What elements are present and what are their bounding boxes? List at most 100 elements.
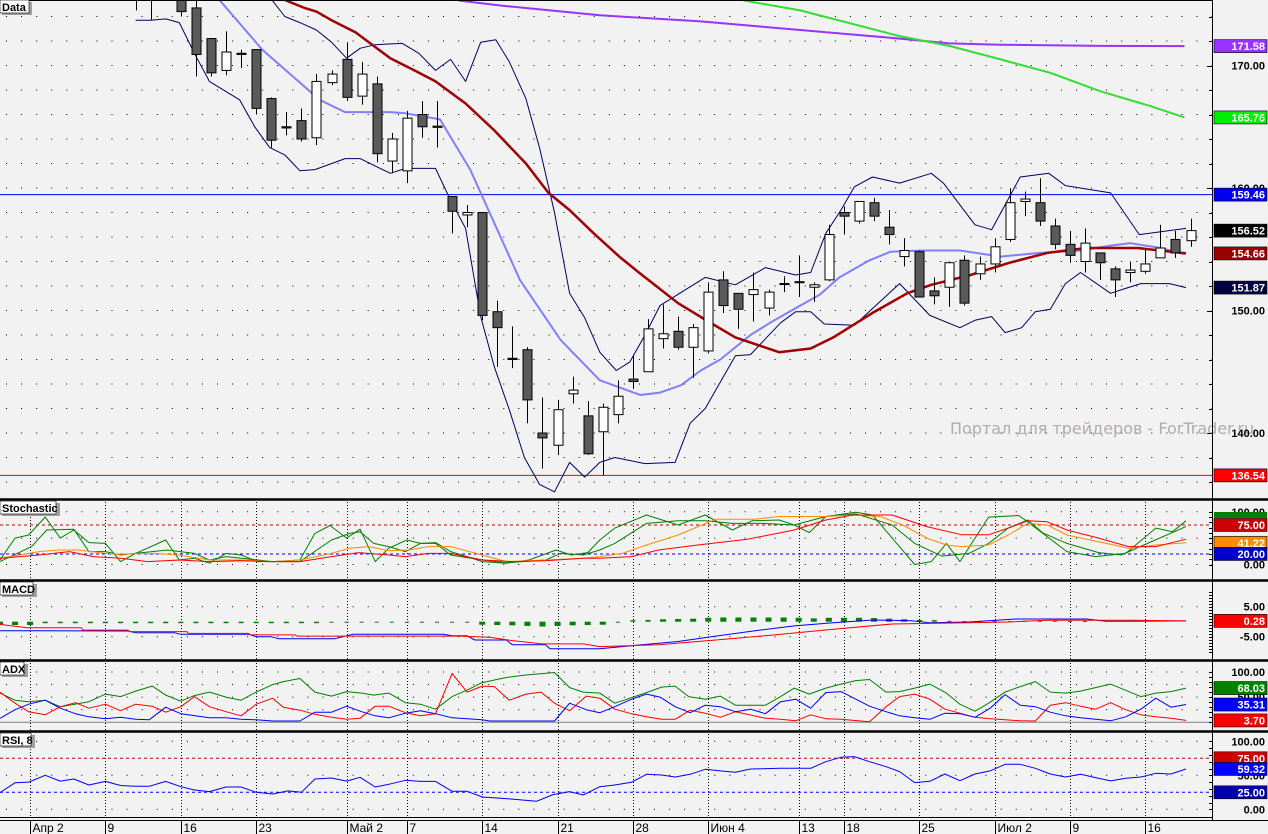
- macd-histogram-bar: [735, 617, 742, 622]
- macd-histogram-bar: [133, 621, 139, 624]
- macd-histogram-bar: [780, 617, 787, 622]
- macd-histogram-bar: [645, 619, 651, 622]
- candle-body-bear: [718, 279, 729, 307]
- candle-body-bear: [236, 52, 247, 55]
- candle[interactable]: [703, 282, 714, 354]
- axis-label: -5.00: [1240, 632, 1265, 644]
- value-badge: 165.76: [1213, 110, 1268, 124]
- macd-histogram-bar: [825, 617, 832, 622]
- axis-label: 150.00: [1231, 306, 1265, 318]
- macd-histogram-bar: [419, 621, 424, 623]
- panel-title: ADX: [2, 664, 26, 676]
- badge-value: 154.66: [1231, 248, 1265, 260]
- candle-body-bull: [824, 234, 835, 281]
- candle-body-bear: [583, 415, 594, 455]
- candle[interactable]: [311, 74, 322, 146]
- time-label: Май 2: [350, 821, 384, 834]
- candle-body-bear: [281, 126, 292, 129]
- time-label: 25: [922, 821, 936, 834]
- value-badge: 35.31: [1213, 697, 1268, 712]
- macd-histogram-bar: [720, 617, 727, 622]
- macd-histogram-bar: [494, 621, 501, 625]
- macd-histogram-bar: [840, 617, 847, 622]
- value-badge: 59.32: [1213, 762, 1268, 776]
- macd-histogram-bar: [615, 621, 620, 623]
- candle-body-bear: [432, 125, 443, 128]
- candle[interactable]: [477, 212, 488, 321]
- axis-label: 0.00: [1244, 804, 1265, 816]
- candle-body-bear: [191, 7, 202, 55]
- candle[interactable]: [914, 250, 925, 298]
- candle-body-bull: [703, 291, 714, 352]
- candle-body-bear: [522, 349, 533, 401]
- badge-background: [1214, 512, 1267, 518]
- macd-histogram-bar: [389, 621, 394, 623]
- macd-histogram-bar: [208, 621, 214, 624]
- value-badge: 156.52: [1213, 223, 1268, 238]
- macd-histogram-bar: [539, 621, 546, 627]
- macd-histogram-bar: [283, 621, 289, 624]
- candle-body-bear: [1035, 202, 1046, 222]
- value-badge: 136.54: [1213, 468, 1268, 482]
- candle[interactable]: [251, 49, 262, 115]
- panel-label-stochastic: Stochastic: [0, 500, 60, 516]
- candle-body-bear: [447, 196, 458, 212]
- candle[interactable]: [206, 38, 217, 77]
- candle-body-bull: [990, 246, 1001, 265]
- candle-body-bear: [296, 120, 307, 140]
- macd-histogram-bar: [118, 621, 124, 624]
- time-label: 7: [410, 821, 417, 834]
- macd-histogram-bar: [465, 621, 470, 623]
- candle-body-bear: [206, 38, 217, 74]
- macd-histogram-bar: [374, 621, 379, 623]
- candle-body-bull: [899, 249, 910, 258]
- macd-histogram-bar: [148, 621, 154, 624]
- candle-body-bull: [1125, 269, 1136, 274]
- candle-body-bull: [764, 291, 775, 309]
- macd-histogram-bar: [524, 621, 531, 626]
- candle-body-bull: [809, 284, 820, 288]
- macd-histogram-bar: [344, 621, 349, 623]
- badge-value: 171.58: [1231, 41, 1265, 53]
- macd-histogram-bar: [359, 621, 364, 623]
- candle-body-bull: [387, 138, 398, 162]
- candle[interactable]: [372, 76, 383, 163]
- time-label: 28: [636, 821, 650, 834]
- macd-histogram-bar: [329, 621, 334, 623]
- time-label: Апр 2: [33, 821, 65, 834]
- candle-body-bull: [975, 263, 986, 275]
- badge-value: 75.00: [1237, 520, 1265, 532]
- time-label: 23: [259, 821, 273, 834]
- candle[interactable]: [854, 200, 865, 224]
- trading-chart[interactable]: Портал для трейдеров - ForTrader.ru 170.…: [0, 0, 1268, 834]
- macd-histogram-bar: [435, 621, 439, 623]
- candle[interactable]: [959, 255, 970, 306]
- value-badge: 75.00: [1213, 518, 1268, 532]
- candle-body-bull: [357, 73, 368, 97]
- candle[interactable]: [266, 97, 277, 148]
- macd-histogram-bar: [750, 617, 757, 622]
- macd-histogram-bar: [947, 620, 952, 622]
- axis-label: 0.00: [1244, 560, 1265, 572]
- candle-body-bear: [839, 212, 850, 217]
- macd-histogram-bar: [163, 621, 169, 624]
- candle-body-bear: [929, 290, 940, 297]
- candle-body-bear: [266, 98, 277, 141]
- candle-body-bear: [1095, 252, 1106, 264]
- macd-histogram-bar: [193, 621, 199, 624]
- macd-histogram-bar: [795, 617, 802, 622]
- macd-histogram-bar: [599, 621, 606, 625]
- macd-histogram-bar: [584, 621, 591, 625]
- time-label: 14: [485, 821, 499, 834]
- time-label: 16: [184, 821, 198, 834]
- candle-body-bear: [417, 114, 428, 128]
- macd-histogram-bar: [569, 621, 576, 626]
- macd-histogram-bar: [660, 619, 667, 622]
- macd-histogram-bar: [42, 621, 48, 624]
- time-label: 21: [561, 821, 575, 834]
- badge-value: 159.46: [1231, 190, 1265, 202]
- candle-body-bull: [1155, 247, 1166, 259]
- candle-body-bear: [492, 311, 503, 329]
- time-label: 9: [108, 821, 115, 834]
- macd-histogram-bar: [298, 621, 304, 624]
